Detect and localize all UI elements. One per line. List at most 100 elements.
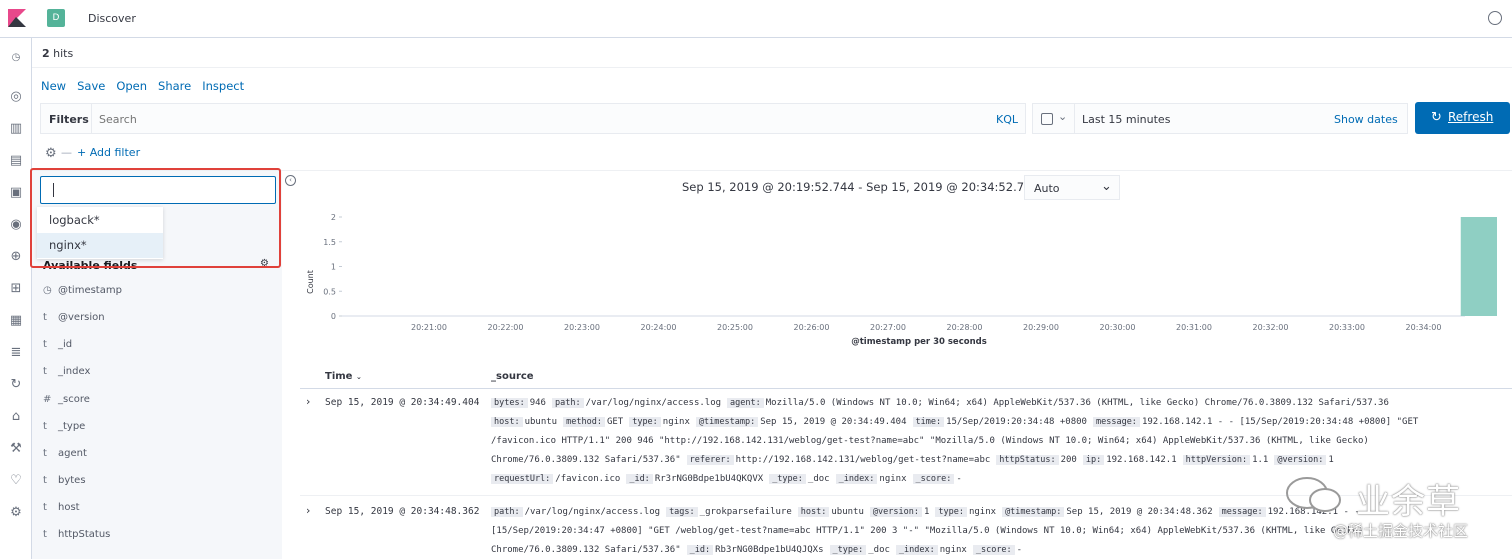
x-tick-label: 20:26:00 (794, 323, 830, 332)
source-key: @version: (1274, 455, 1327, 465)
column-header-source: _source (491, 371, 534, 382)
save-button[interactable]: Save (77, 79, 105, 93)
top-nav-menu: New Save Open Share Inspect (41, 79, 244, 93)
column-header-time[interactable]: Time ⌄ (325, 371, 362, 382)
x-tick-label: 20:29:00 (1023, 323, 1059, 332)
string-type-icon: t (43, 475, 47, 486)
source-key: _index: (895, 545, 938, 555)
source-value: /favicon.ico HTTP/1.1" 200 946 "http://1… (491, 436, 1369, 446)
logs-icon[interactable]: ▦ (9, 314, 23, 328)
new-button[interactable]: New (41, 79, 66, 93)
source-value: 15/Sep/2019:20:34:48 +0800 (946, 417, 1087, 427)
source-value: - (956, 474, 962, 484)
watermark-subtitle: @稀土掘金技术社区 (1333, 522, 1469, 540)
date-range-text[interactable]: Last 15 minutes (1082, 113, 1170, 126)
maps-icon[interactable]: ◉ (9, 218, 23, 232)
apm-icon[interactable]: ≣ (9, 346, 23, 360)
management-icon[interactable]: ⚙ (9, 506, 23, 520)
recent-icon[interactable]: ◷ (9, 51, 23, 65)
source-key: tags: (666, 507, 698, 517)
source-value: Sep 15, 2019 @ 20:34:48.362 (1066, 507, 1213, 517)
x-tick-label: 20:27:00 (870, 323, 906, 332)
string-type-icon: t (43, 339, 47, 350)
source-value: /favicon.ico (555, 474, 621, 484)
source-value: /var/log/nginx/access.log (524, 507, 661, 517)
source-value: nginx (879, 474, 907, 484)
source-key: method: (563, 417, 605, 427)
source-value: Rr3rNG0Bdpe1bU4QKQVX (654, 474, 764, 484)
help-icon[interactable] (1488, 11, 1502, 25)
discover-icon[interactable]: ◎ (9, 90, 23, 104)
chevron-down-icon[interactable]: ⌄ (1058, 110, 1067, 123)
share-button[interactable]: Share (158, 79, 191, 93)
collapse-sidebar-icon[interactable]: ‹ (285, 175, 296, 186)
top-header: D Discover (0, 0, 1512, 38)
source-key: type: (935, 507, 967, 517)
infrastructure-icon[interactable]: ⊞ (9, 282, 23, 296)
source-value: Chrome/76.0.3809.132 Safari/537.36" (491, 545, 681, 555)
uptime-icon[interactable]: ↻ (9, 378, 23, 392)
kibana-logo-icon[interactable] (8, 9, 26, 27)
source-key: message: (1218, 507, 1266, 517)
divider (32, 67, 1512, 68)
histogram-chart: 0 0.5 1 1.5 2 20:21:00 20:22:00 20:23:00 20:24:… (306, 213, 1497, 347)
hits-label: hits (53, 47, 74, 60)
watermark-title: 业余草 (1356, 482, 1461, 522)
source-key: message: (1092, 417, 1140, 427)
source-key: _score: (972, 545, 1015, 555)
source-line: Chrome/76.0.3809.132 Safari/537.36" refer… (491, 455, 1509, 465)
expand-row-icon[interactable]: › (306, 395, 310, 408)
monitoring-icon[interactable]: ♡ (9, 474, 23, 488)
source-key: @timestamp: (695, 417, 759, 427)
search-input[interactable] (99, 110, 959, 128)
ml-icon[interactable]: ⊕ (9, 250, 23, 264)
date-picker: ⌄ Last 15 minutes Show dates (1032, 103, 1408, 134)
histogram-bar[interactable] (1460, 217, 1497, 316)
open-button[interactable]: Open (116, 79, 147, 93)
source-value: nginx (662, 417, 690, 427)
inspect-button[interactable]: Inspect (202, 79, 244, 93)
source-value: _doc (807, 474, 830, 484)
field-name: _type (58, 421, 86, 432)
wechat-logo-icon (1286, 477, 1341, 512)
calendar-icon[interactable] (1041, 113, 1053, 125)
source-value: Chrome/76.0.3809.132 Safari/537.36" (491, 455, 681, 465)
add-filter-button[interactable]: + Add filter (77, 146, 140, 159)
field-name: @version (58, 312, 105, 323)
source-key: _index: (835, 474, 878, 484)
chevron-down-icon: ⌄ (1101, 179, 1112, 194)
source-value: Mozilla/5.0 (Windows NT 10.0; Win64; x64… (765, 398, 1389, 408)
visualize-icon[interactable]: ▥ (9, 122, 23, 136)
kql-toggle-button[interactable]: KQL (996, 113, 1018, 126)
interval-select[interactable]: Auto ⌄ (1024, 175, 1120, 200)
expand-row-icon[interactable]: › (306, 504, 310, 517)
y-tick-label: 1.5 (323, 238, 336, 247)
number-type-icon: # (43, 394, 52, 405)
row-timestamp: Sep 15, 2019 @ 20:34:48.362 (325, 506, 480, 517)
x-tick-label: 20:24:00 (641, 323, 677, 332)
field-name: _index (58, 366, 91, 377)
divider (91, 104, 92, 133)
hits-number: 2 (42, 47, 50, 60)
canvas-icon[interactable]: ▣ (9, 186, 23, 200)
hits-count: 2 hits (42, 47, 73, 60)
refresh-button[interactable]: ↻ Refresh (1415, 102, 1510, 134)
x-tick-label: 20:32:00 (1253, 323, 1289, 332)
chart-time-range: Sep 15, 2019 @ 20:19:52.744 - Sep 15, 20… (682, 180, 1054, 194)
string-type-icon: t (43, 366, 47, 377)
x-tick-label: 20:30:00 (1100, 323, 1136, 332)
source-value: [15/Sep/2019:20:34:47 +0800] "GET /weblo… (491, 526, 1364, 536)
show-dates-button[interactable]: Show dates (1334, 113, 1398, 126)
devtools-icon[interactable]: ⚒ (9, 442, 23, 456)
gear-icon[interactable]: ⚙ (45, 146, 57, 161)
field-name: bytes (58, 475, 86, 486)
source-key: path: (551, 398, 584, 408)
dashboard-icon[interactable]: ▤ (9, 154, 23, 168)
column-header-label: Time (325, 371, 353, 382)
sort-icon[interactable]: ⌄ (356, 373, 362, 381)
x-tick-label: 20:33:00 (1329, 323, 1365, 332)
space-avatar[interactable]: D (47, 9, 65, 27)
siem-icon[interactable]: ⌂ (9, 410, 23, 424)
x-axis-label: @timestamp per 30 seconds (851, 337, 987, 347)
x-tick-label: 20:34:00 (1406, 323, 1442, 332)
